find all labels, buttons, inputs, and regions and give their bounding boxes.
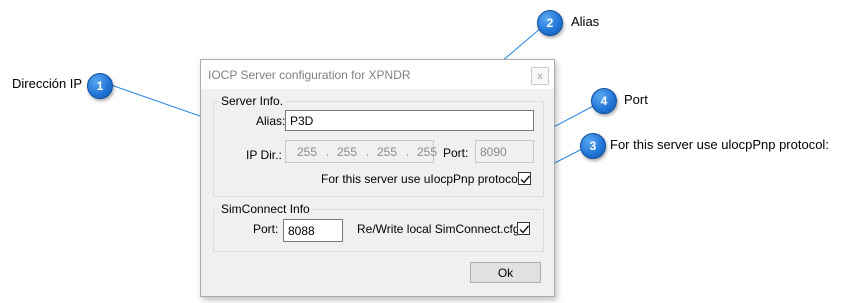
- alias-value: P3D: [290, 113, 314, 128]
- callout-label-alias: Alias: [571, 14, 600, 29]
- rewrite-checkbox[interactable]: [517, 222, 530, 235]
- dialog-titlebar[interactable]: IOCP Server configuration for XPNDR x: [201, 60, 554, 89]
- close-button[interactable]: x: [531, 67, 549, 85]
- server-port-label: Port:: [443, 146, 469, 160]
- ip-label: IP Dir.:: [246, 148, 282, 162]
- ip-octet-3: 255: [377, 145, 398, 159]
- ok-button-label: Ok: [497, 265, 514, 280]
- callout-badge-1: 1: [87, 73, 113, 99]
- callout-badge-2: 2: [537, 10, 563, 36]
- ip-dot-1: .: [326, 145, 330, 159]
- server-info-legend: Server Info.: [219, 94, 286, 108]
- callout-label-port: Port: [624, 92, 648, 107]
- close-icon: x: [537, 70, 543, 82]
- alias-input[interactable]: P3D: [285, 110, 534, 131]
- simconnect-port-input[interactable]: 8088: [283, 219, 343, 242]
- checkmark-icon: [519, 225, 530, 234]
- ip-address-input[interactable]: 255 . 255 . 255 . 255: [285, 140, 438, 163]
- server-port-input[interactable]: 8090: [475, 140, 534, 163]
- callout-label-protocol: For this server use ulocpPnp protocol:: [610, 137, 829, 152]
- ip-dot-3: .: [406, 145, 410, 159]
- dialog-title: IOCP Server configuration for XPNDR: [208, 68, 411, 82]
- simconnect-port-label: Port:: [253, 222, 279, 236]
- rewrite-label: Re/Write local SimConnect.cfg:: [357, 222, 523, 236]
- server-port-value: 8090: [480, 144, 507, 159]
- checkmark-icon: [520, 175, 531, 184]
- callout-badge-4: 4: [591, 88, 617, 114]
- ok-button[interactable]: Ok: [470, 262, 541, 283]
- ip-dot-2: .: [366, 145, 370, 159]
- simconnect-legend: SimConnect Info: [219, 202, 312, 216]
- protocol-label: For this server use uIocpPnp protocol:: [321, 172, 524, 186]
- alias-label: Alias:: [256, 114, 286, 128]
- callout-badge-3: 3: [580, 133, 606, 159]
- iocp-config-dialog: IOCP Server configuration for XPNDR x Se…: [200, 59, 555, 297]
- callout-label-ip: Dirección IP: [12, 76, 83, 91]
- simconnect-port-value: 8088: [288, 223, 315, 238]
- ip-octet-1: 255: [297, 145, 318, 159]
- ip-octet-2: 255: [337, 145, 358, 159]
- ip-octet-4: 255: [417, 145, 438, 159]
- protocol-checkbox[interactable]: [518, 172, 531, 185]
